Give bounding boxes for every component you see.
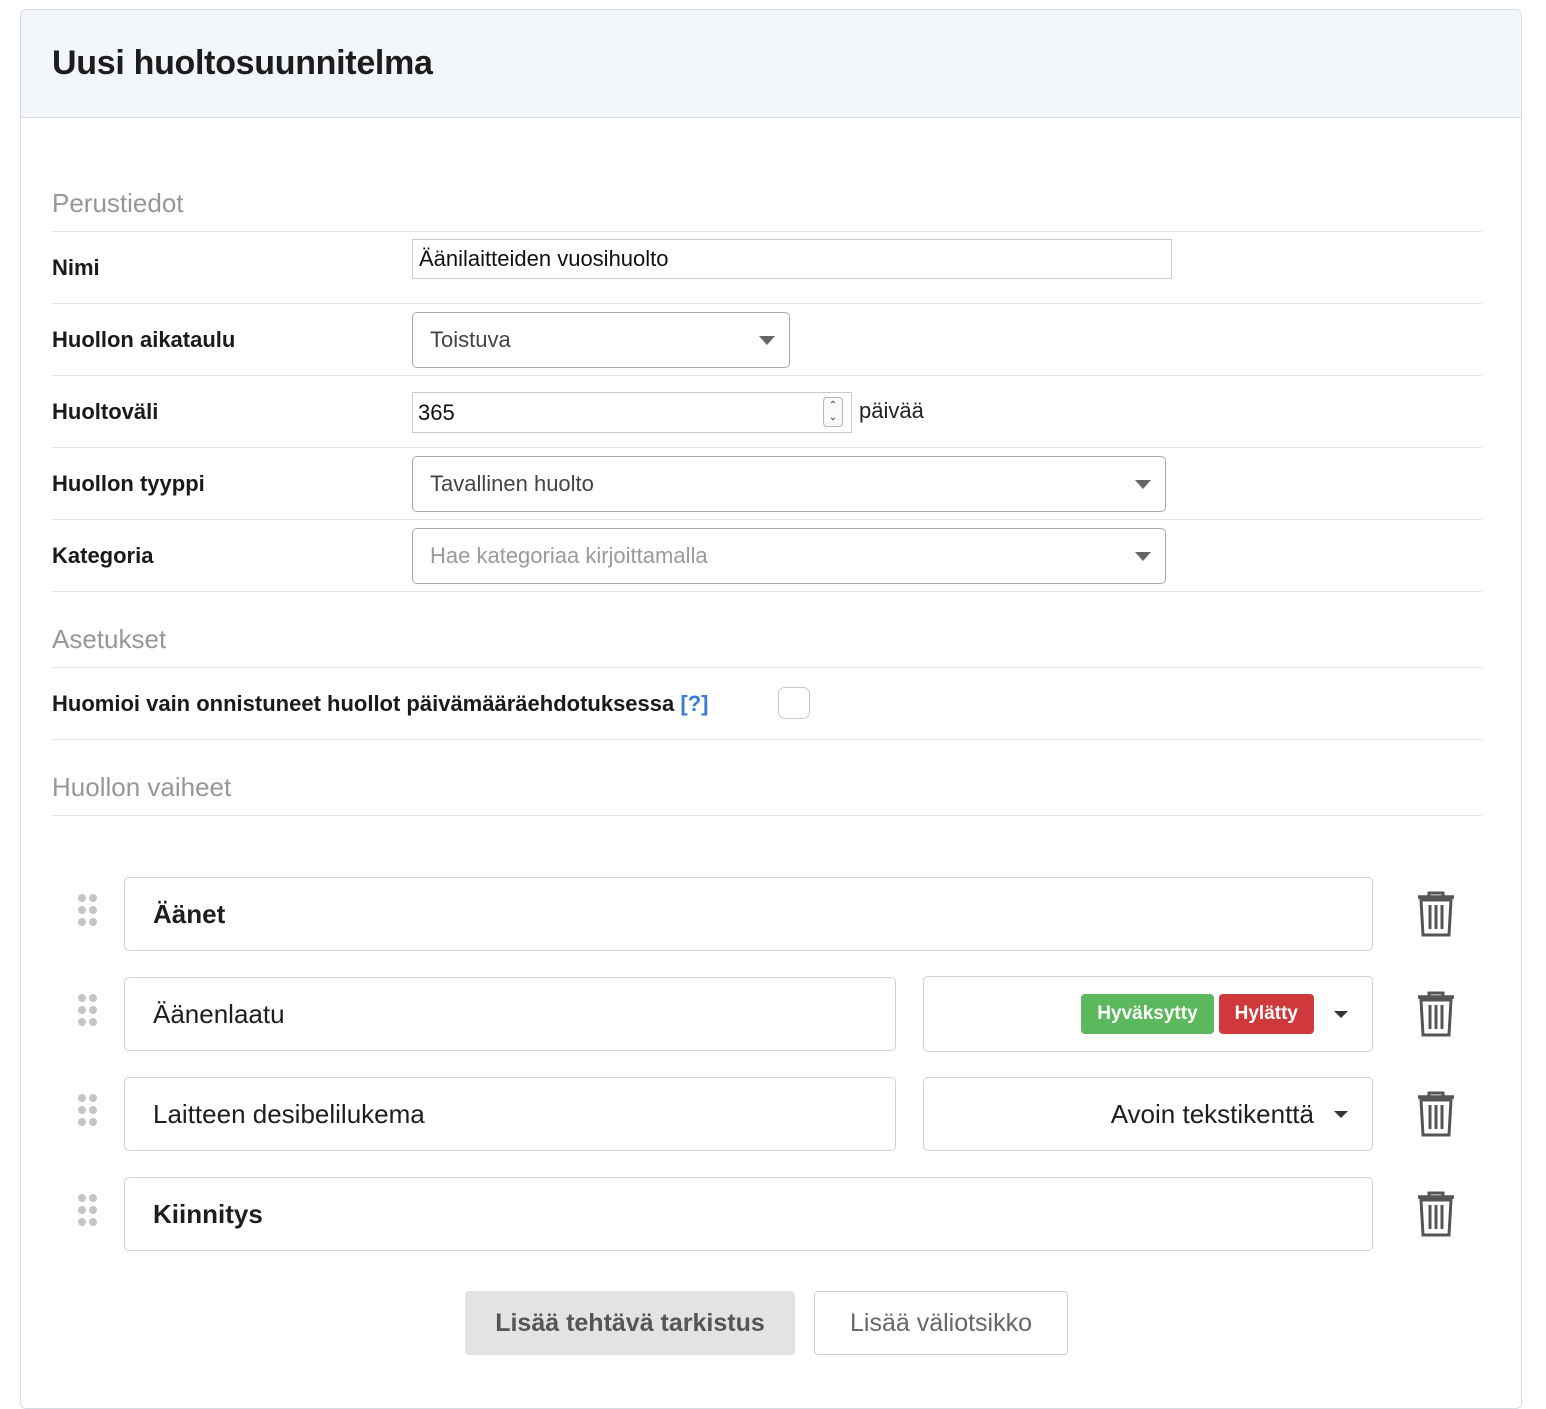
schedule-select-value: Toistuva bbox=[430, 327, 511, 352]
divider bbox=[52, 303, 1482, 304]
divider bbox=[52, 591, 1482, 592]
answer-type-select[interactable]: Hyväksytty Hylätty bbox=[923, 976, 1373, 1052]
category-label: Kategoria bbox=[52, 543, 154, 568]
name-input[interactable] bbox=[412, 239, 1172, 279]
step-text: Äänet bbox=[153, 898, 226, 929]
section-title-settings: Asetukset bbox=[52, 624, 167, 654]
only-successful-label: Huomioi vain onnistuneet huollot päivämä… bbox=[52, 691, 708, 717]
schedule-select[interactable]: Toistuva bbox=[412, 312, 790, 368]
interval-unit: päivää bbox=[859, 398, 924, 423]
step-text: Laitteen desibelilukema bbox=[153, 1098, 425, 1129]
maintenance-plan-panel: Uusi huoltosuunnitelma Perustiedot Nimi … bbox=[20, 9, 1522, 1409]
section-title-basic: Perustiedot bbox=[52, 188, 184, 218]
help-link[interactable]: [?] bbox=[680, 691, 708, 716]
trash-icon[interactable] bbox=[1416, 991, 1456, 1037]
drag-handle-icon[interactable] bbox=[78, 1094, 98, 1128]
interval-input[interactable]: 365 ⌃ ⌄ bbox=[412, 392, 852, 433]
step-text: Äänenlaatu bbox=[153, 998, 285, 1029]
step-task-input[interactable]: Laitteen desibelilukema bbox=[124, 1077, 896, 1151]
badge-rejected: Hylätty bbox=[1218, 994, 1314, 1034]
category-select[interactable]: Hae kategoriaa kirjoittamalla bbox=[412, 528, 1166, 584]
name-label: Nimi bbox=[52, 255, 100, 280]
badge-accepted: Hyväksytty bbox=[1081, 994, 1214, 1034]
panel-header: Uusi huoltosuunnitelma bbox=[21, 10, 1521, 118]
stepper-up-icon[interactable]: ⌃ bbox=[829, 400, 837, 412]
type-label: Huollon tyyppi bbox=[52, 471, 205, 496]
answer-type-value: Avoin tekstikenttä bbox=[1110, 1098, 1314, 1129]
category-placeholder: Hae kategoriaa kirjoittamalla bbox=[430, 543, 708, 568]
divider bbox=[52, 519, 1482, 520]
trash-icon[interactable] bbox=[1416, 1091, 1456, 1137]
answer-type-select[interactable]: Avoin tekstikenttä bbox=[923, 1077, 1373, 1151]
caret-down-icon bbox=[1135, 552, 1151, 561]
trash-icon[interactable] bbox=[1416, 891, 1456, 937]
section-title-steps: Huollon vaiheet bbox=[52, 772, 232, 802]
step-heading-input[interactable]: Äänet bbox=[124, 877, 1373, 951]
add-subheading-button[interactable]: Lisää väliotsikko bbox=[814, 1291, 1068, 1355]
interval-value: 365 bbox=[418, 400, 455, 425]
trash-icon[interactable] bbox=[1416, 1191, 1456, 1237]
caret-down-icon bbox=[759, 336, 775, 345]
interval-label: Huoltoväli bbox=[52, 399, 159, 424]
only-successful-text: Huomioi vain onnistuneet huollot päivämä… bbox=[52, 691, 675, 716]
number-stepper[interactable]: ⌃ ⌄ bbox=[823, 397, 843, 427]
step-heading-input[interactable]: Kiinnitys bbox=[124, 1177, 1373, 1251]
divider bbox=[52, 815, 1482, 816]
step-task-input[interactable]: Äänenlaatu bbox=[124, 977, 896, 1051]
divider bbox=[52, 375, 1482, 376]
drag-handle-icon[interactable] bbox=[78, 994, 98, 1028]
caret-down-icon bbox=[1334, 1011, 1348, 1018]
caret-down-icon bbox=[1334, 1111, 1348, 1118]
type-select-value: Tavallinen huolto bbox=[430, 471, 594, 496]
drag-handle-icon[interactable] bbox=[78, 1194, 98, 1228]
only-successful-checkbox[interactable] bbox=[778, 687, 810, 719]
type-select[interactable]: Tavallinen huolto bbox=[412, 456, 1166, 512]
divider bbox=[52, 739, 1482, 740]
stepper-down-icon[interactable]: ⌄ bbox=[829, 412, 837, 424]
page-title: Uusi huoltosuunnitelma bbox=[52, 44, 433, 82]
step-text: Kiinnitys bbox=[153, 1198, 263, 1229]
drag-handle-icon[interactable] bbox=[78, 894, 98, 928]
divider bbox=[52, 447, 1482, 448]
divider bbox=[52, 231, 1482, 232]
caret-down-icon bbox=[1135, 480, 1151, 489]
divider bbox=[52, 667, 1482, 668]
add-task-button[interactable]: Lisää tehtävä tarkistus bbox=[465, 1291, 795, 1355]
schedule-label: Huollon aikataulu bbox=[52, 327, 236, 352]
